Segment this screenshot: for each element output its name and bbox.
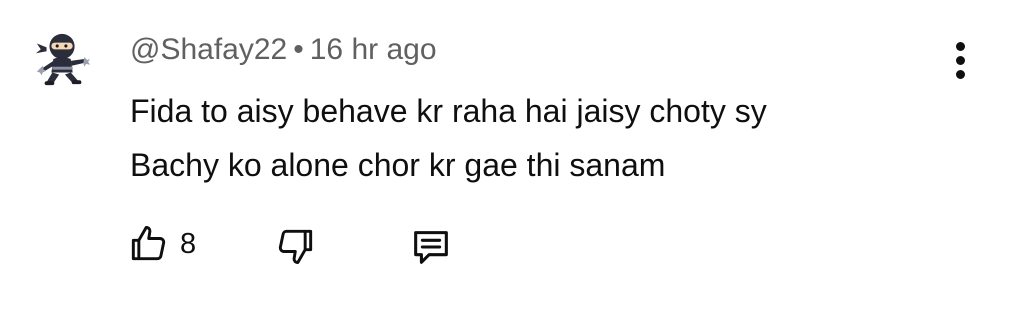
more-vert-icon-dot bbox=[956, 70, 965, 79]
comment-timestamp: 16 hr ago bbox=[309, 33, 437, 66]
more-options-button[interactable] bbox=[944, 40, 976, 80]
more-vert-icon-dot bbox=[956, 42, 965, 51]
dislike-button[interactable] bbox=[274, 218, 320, 270]
reply-comment-icon bbox=[414, 231, 448, 264]
more-vert-icon-dot bbox=[956, 56, 965, 65]
comment-meta: @Shafay22 • 16 hr ago bbox=[130, 30, 437, 70]
comment-text-line: Bachy ko alone chor kr gae thi sanam bbox=[130, 147, 666, 183]
avatar[interactable] bbox=[34, 30, 92, 88]
thumb-up-icon bbox=[131, 226, 166, 261]
comment-item: @Shafay22 • 16 hr ago Fida to aisy behave … bbox=[0, 0, 1024, 322]
comment-text-line: Fida to aisy behave kr raha hai jaisy ch… bbox=[130, 93, 767, 129]
comment-text: Fida to aisy behave kr raha hai jaisy ch… bbox=[130, 84, 890, 192]
like-button[interactable]: 8 bbox=[126, 218, 216, 270]
author-handle[interactable]: @Shafay22 bbox=[130, 33, 287, 66]
like-count: 8 bbox=[180, 228, 197, 260]
reply-button[interactable] bbox=[408, 218, 460, 270]
ninja-avatar-icon bbox=[35, 33, 91, 86]
thumb-down-icon bbox=[278, 229, 313, 264]
meta-separator: • bbox=[293, 33, 304, 66]
